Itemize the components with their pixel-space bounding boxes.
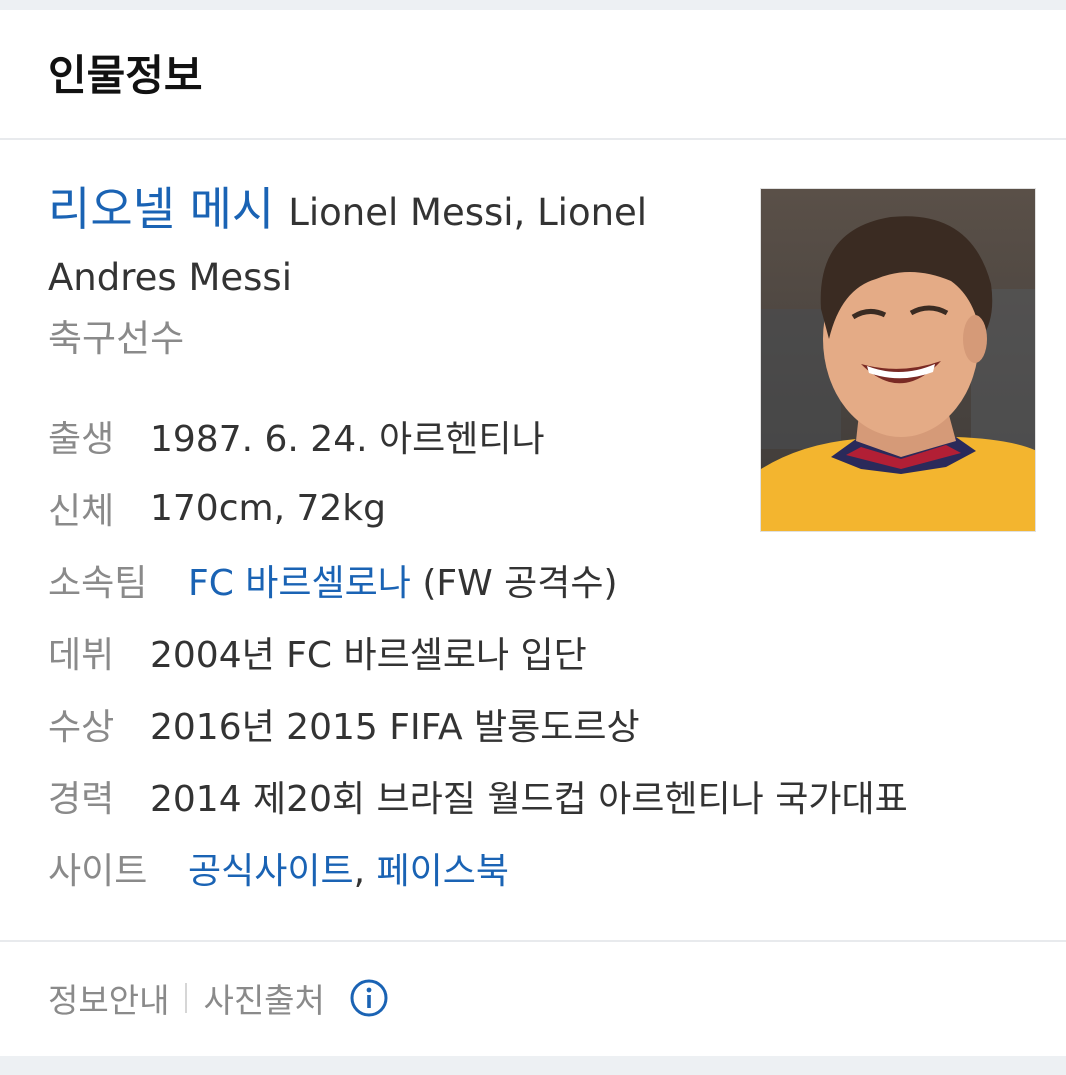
info-row-team: 소속팀 FC 바르셀로나 (FW 공격수) xyxy=(48,544,1048,616)
info-row-debut: 데뷔 2004년 FC 바르셀로나 입단 xyxy=(48,616,1048,688)
info-label-birth: 출생 xyxy=(48,419,115,460)
person-name-link[interactable]: 리오넬 메시 xyxy=(48,182,274,236)
footer-divider xyxy=(185,983,188,1013)
info-value-body: 170cm, 72kg xyxy=(150,487,386,529)
info-row-birth: 출생 1987. 6. 24. 아르헨티나 xyxy=(48,400,1048,472)
info-value-debut: 2004년 FC 바르셀로나 입단 xyxy=(150,635,587,676)
profile-body: 리오넬 메시 Lionel Messi, Lionel Andres Messi … xyxy=(0,140,1066,942)
occupation: 축구선수 xyxy=(48,317,185,360)
official-site-link[interactable]: 공식사이트 xyxy=(188,851,354,892)
info-row-site: 사이트 공식사이트, 페이스북 xyxy=(48,832,1048,904)
card-header: 인물정보 xyxy=(0,10,1066,140)
info-circle-icon[interactable] xyxy=(349,978,389,1018)
info-value-award: 2016년 2015 FIFA 발롱도르상 xyxy=(150,707,640,748)
card-footer: 정보안내 사진출처 xyxy=(0,942,1066,1054)
info-label-body: 신체 xyxy=(48,491,115,532)
facebook-link[interactable]: 페이스북 xyxy=(377,851,509,892)
info-row-body: 신체 170cm, 72kg xyxy=(48,472,1048,544)
card-title: 인물정보 xyxy=(48,50,203,100)
info-label-debut: 데뷔 xyxy=(48,635,115,676)
info-label-career: 경력 xyxy=(48,779,115,820)
team-link[interactable]: FC 바르셀로나 xyxy=(188,563,411,604)
info-guide-link[interactable]: 정보안내 xyxy=(48,974,169,1022)
name-block: 리오넬 메시 Lionel Messi, Lionel Andres Messi xyxy=(48,180,728,314)
team-position: (FW 공격수) xyxy=(410,563,618,604)
info-value-career: 2014 제20회 브라질 월드컵 아르헨티나 국가대표 xyxy=(150,779,908,820)
info-value-team: FC 바르셀로나 (FW 공격수) xyxy=(188,554,618,606)
info-label-site: 사이트 xyxy=(48,851,148,892)
info-label-award: 수상 xyxy=(48,707,115,748)
photo-source-link[interactable]: 사진출처 xyxy=(203,974,324,1022)
person-info-card: 인물정보 리오넬 메시 Lionel Messi, Lionel Andres M… xyxy=(0,10,1066,1056)
info-label-team: 소속팀 xyxy=(48,563,148,604)
info-value-site: 공식사이트, 페이스북 xyxy=(188,842,509,894)
info-row-career: 경력 2014 제20회 브라질 월드컵 아르헨티나 국가대표 xyxy=(48,760,1048,832)
info-list: 출생 1987. 6. 24. 아르헨티나 신체 170cm, 72kg 소속팀… xyxy=(48,400,1048,904)
info-value-birth: 1987. 6. 24. 아르헨티나 xyxy=(150,419,545,460)
site-separator: , xyxy=(353,851,377,892)
info-row-award: 수상 2016년 2015 FIFA 발롱도르상 xyxy=(48,688,1048,760)
